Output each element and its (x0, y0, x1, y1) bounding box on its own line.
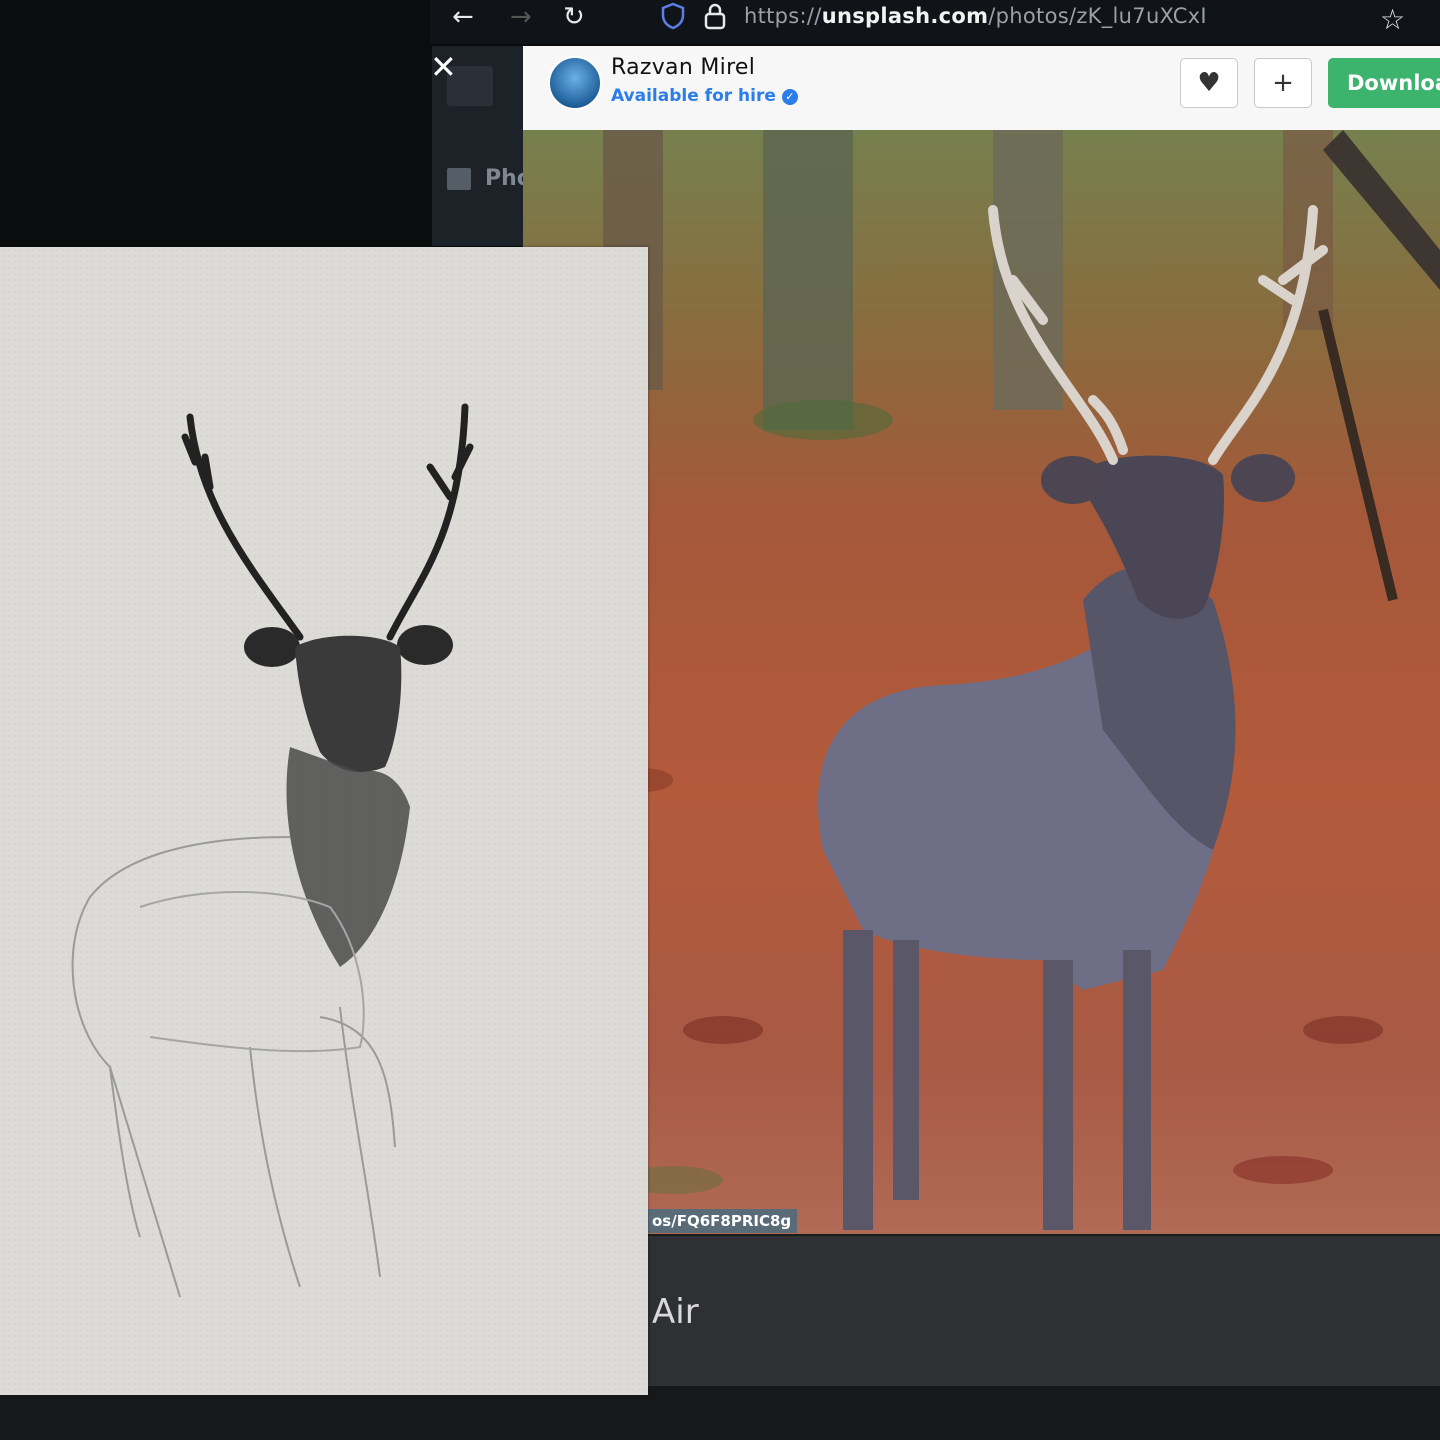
author-name[interactable]: Razvan Mirel (611, 55, 755, 80)
address-bar[interactable]: https://unsplash.com/photos/zK_lu7uXCxI (744, 4, 1207, 28)
add-to-collection-button[interactable]: + (1254, 58, 1312, 108)
plus-icon: + (1272, 68, 1294, 98)
photo-icon (447, 168, 471, 190)
url-prefix: https:// (744, 4, 822, 28)
deer-photo[interactable] (523, 130, 1440, 1234)
photo-link-caption[interactable]: os/FQ6F8PRIC8g (646, 1209, 798, 1233)
forward-icon[interactable]: → (510, 2, 532, 32)
reload-icon[interactable]: ↻ (563, 2, 585, 32)
lock-icon[interactable] (703, 2, 727, 34)
back-icon[interactable]: ← (452, 2, 474, 32)
shield-icon[interactable] (660, 2, 686, 34)
url-path: /photos/zK_lu7uXCxI (988, 4, 1207, 28)
close-icon[interactable]: ✕ (430, 48, 457, 86)
hire-status: Available for hire (611, 86, 776, 106)
laptop-bezel (646, 1234, 1440, 1388)
like-button[interactable]: ♥ (1180, 58, 1238, 108)
hire-link[interactable]: Available for hire ✓ (611, 86, 798, 106)
avatar[interactable] (548, 56, 602, 110)
star-icon[interactable]: ☆ (1380, 3, 1405, 36)
url-domain: unsplash.com (821, 4, 989, 28)
download-button[interactable]: Download (1328, 58, 1440, 108)
drawing-paper (0, 247, 648, 1395)
laptop-brand: Air (652, 1292, 699, 1332)
verified-icon: ✓ (781, 89, 798, 105)
heart-icon: ♥ (1197, 68, 1221, 98)
